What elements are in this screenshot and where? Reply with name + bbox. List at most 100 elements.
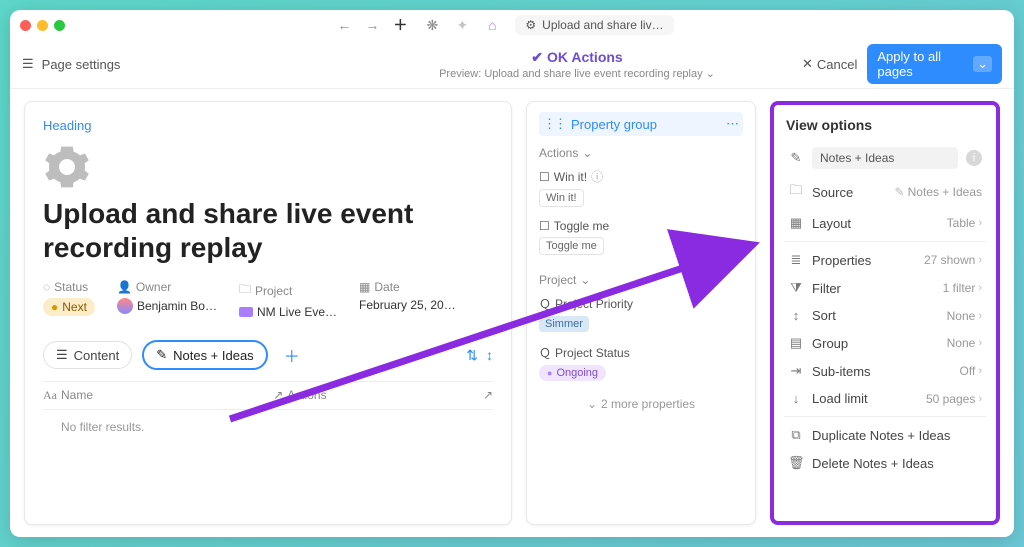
view-name-input[interactable]: Notes + Ideas <box>812 147 958 169</box>
group-icon: ▤ <box>788 335 804 351</box>
project-chip-icon <box>239 307 253 317</box>
sort-icon[interactable]: ↕ <box>486 347 493 364</box>
property-group-header[interactable]: ⋮⋮ Property group ⋯ <box>539 112 743 136</box>
more-icon[interactable]: ⋯ <box>726 116 739 132</box>
apply-all-button[interactable]: Apply to all pages ⌄ <box>867 44 1002 84</box>
pencil-icon: ✎ <box>895 185 905 199</box>
edit-icon: ✎ <box>156 347 167 363</box>
chevron-down-icon: ⌄ <box>706 68 715 80</box>
empty-state: No filter results. <box>43 410 493 434</box>
more-properties[interactable]: ⌄2 more properties <box>539 397 743 411</box>
chevron-down-icon: ⌄ <box>587 397 597 411</box>
chevron-right-icon: › <box>978 365 982 377</box>
zoom-dot[interactable] <box>54 20 65 31</box>
view-source-row[interactable]: 🗀 Source ✎Notes + Ideas <box>780 175 990 209</box>
view-sort-row[interactable]: ↕ Sort None› <box>780 302 990 329</box>
page-settings-label[interactable]: Page settings <box>42 57 121 72</box>
win-it-field: ☐Win it!ⓘ <box>539 168 743 185</box>
delete-view-row[interactable]: 🗑 Delete Notes + Ideas <box>780 449 990 477</box>
cancel-button[interactable]: ✕ Cancel <box>802 56 857 72</box>
tab-content[interactable]: ☰Content <box>43 341 132 369</box>
close-dot[interactable] <box>20 20 31 31</box>
list-icon: ≣ <box>788 252 804 268</box>
chevron-right-icon: › <box>978 217 982 229</box>
check-badge-icon: ✔ <box>531 49 543 66</box>
status-icon: ◌ <box>43 280 50 294</box>
window-controls[interactable] <box>20 20 65 31</box>
folder-icon: 🗀 <box>239 280 251 301</box>
tab-title: Upload and share liv… <box>542 18 663 32</box>
calendar-icon: ▦ <box>359 280 370 294</box>
toggle-me-button[interactable]: Toggle me <box>539 237 604 255</box>
close-icon: ✕ <box>802 56 813 72</box>
download-icon: ↓ <box>788 391 804 406</box>
browser-tab[interactable]: ⚙ Upload and share liv… <box>515 15 673 35</box>
project-section[interactable]: Project⌄ <box>539 273 743 287</box>
gear-icon: ⚙ <box>525 18 536 32</box>
view-group-row[interactable]: ▤ Group None› <box>780 329 990 357</box>
info-icon[interactable]: i <box>966 150 982 166</box>
view-subitems-row[interactable]: ⇥ Sub-items Off› <box>780 357 990 385</box>
view-layout-row[interactable]: ▦ Layout Table› <box>780 209 990 237</box>
table-icon: ▦ <box>788 215 804 231</box>
search-relation-icon: Ｑ <box>539 295 551 312</box>
column-actions[interactable]: Actions <box>287 388 326 403</box>
sparkle-icon[interactable]: ✦ <box>453 17 471 34</box>
filter-icon: ⧩ <box>788 280 804 296</box>
info-icon[interactable]: ⓘ <box>591 168 603 185</box>
duplicate-view-row[interactable]: ⧉ Duplicate Notes + Ideas <box>780 421 990 449</box>
tab-notes-ideas[interactable]: ✎Notes + Ideas <box>142 340 267 370</box>
priority-value[interactable]: Simmer <box>539 316 589 332</box>
project-status-field: ＱProject Status <box>539 344 743 361</box>
arrow-upright-icon[interactable]: ↗ <box>465 388 493 403</box>
win-it-button[interactable]: Win it! <box>539 189 584 207</box>
page-title[interactable]: Upload and share live event recording re… <box>43 197 493 264</box>
actions-section[interactable]: Actions⌄ <box>539 146 743 160</box>
project-value[interactable]: NM Live Eve… <box>239 305 337 319</box>
chevron-right-icon: › <box>978 393 982 405</box>
home-icon[interactable]: ⌂ <box>483 17 501 33</box>
edit-icon: ✎ <box>788 150 804 166</box>
chevron-down-icon[interactable]: ⌄ <box>973 56 992 72</box>
filter-icon[interactable]: ⇅ <box>466 347 478 364</box>
arrow-upright-icon: ↗ <box>273 388 283 403</box>
ok-actions-title: ✔ OK Actions <box>531 49 622 66</box>
chevron-right-icon: › <box>978 254 982 266</box>
indent-icon: ⇥ <box>788 363 804 379</box>
status-badge[interactable]: Next <box>43 298 95 316</box>
property-group-card: ⋮⋮ Property group ⋯ Actions⌄ ☐Win it!ⓘ W… <box>526 101 756 525</box>
view-filter-row[interactable]: ⧩ Filter 1 filter› <box>780 274 990 302</box>
owner-value[interactable]: Benjamin Bo… <box>117 298 217 314</box>
page-editor-card: Heading Upload and share live event reco… <box>24 101 512 525</box>
drag-handle-icon[interactable]: ⋮⋮ <box>543 116 565 132</box>
nav-back-icon[interactable]: ← <box>335 17 353 33</box>
view-options-title: View options <box>780 115 990 141</box>
chevron-right-icon: › <box>978 282 982 294</box>
column-name[interactable]: Name <box>61 388 93 403</box>
add-view-button[interactable]: ＋ <box>278 339 306 371</box>
new-tab-icon[interactable]: ＋ <box>391 15 409 35</box>
search-relation-icon: Ｑ <box>539 344 551 361</box>
preview-breadcrumb[interactable]: Preview: Upload and share live event rec… <box>362 67 792 80</box>
table-header: AaName ↗Actions ↗ <box>43 381 493 410</box>
status-label: Status <box>54 280 88 294</box>
hamburger-icon[interactable]: ☰ <box>22 56 34 72</box>
person-icon: 👤 <box>117 280 132 294</box>
chevron-down-icon: ⌄ <box>580 273 590 287</box>
view-options-panel: View options ✎ Notes + Ideas i 🗀 Source … <box>770 101 1000 525</box>
project-priority-field: ＱProject Priority <box>539 295 743 312</box>
heading-label[interactable]: Heading <box>43 118 493 133</box>
status-value[interactable]: Ongoing <box>539 365 606 381</box>
view-load-limit-row[interactable]: ↓ Load limit 50 pages› <box>780 385 990 412</box>
sort-icon: ↕ <box>788 308 804 323</box>
checkbox-icon: ☐ <box>539 170 550 184</box>
checkbox-icon: ☐ <box>539 219 550 233</box>
view-properties-row[interactable]: ≣ Properties 27 shown› <box>780 246 990 274</box>
minimize-dot[interactable] <box>37 20 48 31</box>
workspace-icon[interactable]: ❋ <box>423 17 441 34</box>
date-value[interactable]: February 25, 20… <box>359 298 456 312</box>
chevron-right-icon: › <box>978 337 982 349</box>
nav-forward-icon[interactable]: → <box>363 17 381 33</box>
chevron-right-icon: › <box>978 310 982 322</box>
date-label: Date <box>374 280 399 294</box>
